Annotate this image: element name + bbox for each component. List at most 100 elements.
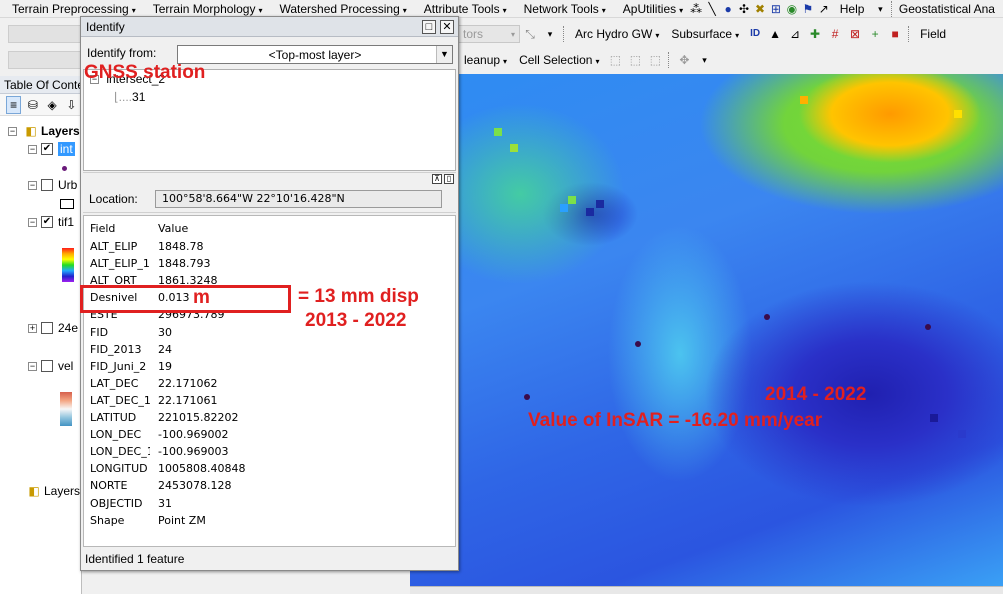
trace-tool-icon[interactable]: ↗: [818, 1, 830, 17]
network-tool-icon[interactable]: ⊞: [770, 1, 782, 17]
toc-layers-bottom[interactable]: ◧ Layers: [24, 482, 80, 500]
node-tool-icon[interactable]: ✣: [738, 1, 750, 17]
menu-aputilities[interactable]: ApUtilities: [611, 2, 688, 16]
cell-selection-menu[interactable]: Cell Selection: [519, 53, 599, 67]
panel-toggle-icon[interactable]: ▯: [444, 173, 454, 184]
toolbar-grip[interactable]: [668, 52, 671, 68]
table-row[interactable]: FID_2013 24: [84, 341, 455, 358]
stop-tool-icon[interactable]: ■: [887, 26, 903, 42]
list-by-visibility-icon[interactable]: ◈: [45, 96, 60, 114]
layer-visibility-checkbox[interactable]: [41, 360, 53, 372]
chevron-down-icon[interactable]: ▼: [436, 46, 452, 63]
field-name: LAT_DEC_1: [90, 393, 150, 407]
toolbar-placeholder: [8, 25, 86, 43]
panel-splitter[interactable]: ⊼ ▯: [83, 172, 456, 184]
table-row[interactable]: Shape Point ZM: [84, 512, 455, 529]
flow-tool-icon[interactable]: ⁂: [690, 1, 702, 17]
table-row[interactable]: LAT_DEC 22.171062: [84, 375, 455, 392]
pan-icon[interactable]: ✥: [676, 52, 692, 68]
table-row[interactable]: LATITUD 221015.82202: [84, 409, 455, 426]
table-row[interactable]: OBJECTID 31: [84, 495, 455, 512]
gnss-point-marker[interactable]: [524, 394, 530, 400]
map-view[interactable]: 2014 - 2022 Value of InSAR = -16.20 mm/y…: [410, 74, 1003, 586]
gnss-point-marker[interactable]: [764, 314, 770, 320]
subsurface-menu[interactable]: Subsurface: [671, 27, 739, 41]
table-row[interactable]: ALT_ELIP 1848.78: [84, 238, 455, 255]
grid-add-icon[interactable]: ✚: [807, 26, 823, 42]
identify-from-label: Identify from:: [87, 46, 157, 60]
table-row[interactable]: LON_DEC -100.969002: [84, 426, 455, 443]
tree-view-icon[interactable]: ⊼: [432, 173, 442, 184]
toc-item-24e[interactable]: + 24e: [28, 319, 78, 337]
toolbar-grip[interactable]: [891, 0, 894, 17]
identify-results-tree: − intersect_2 ⌊....31: [83, 69, 456, 171]
layer-visibility-checkbox[interactable]: ✔: [41, 143, 53, 155]
delete-tool-icon[interactable]: ✖: [754, 1, 766, 17]
edit-vertices-icon[interactable]: ⤡: [522, 26, 538, 42]
toolbar-overflow-icon[interactable]: ▾: [874, 1, 886, 17]
identify-title-bar[interactable]: Identify □ ✕: [81, 17, 458, 37]
table-row[interactable]: LONGITUD 1005808.40848: [84, 460, 455, 477]
table-row[interactable]: FID_Juni_2 19: [84, 358, 455, 375]
field-value: -100.969002: [158, 428, 229, 442]
globe-icon[interactable]: ◉: [786, 1, 798, 17]
location-field[interactable]: 100°58'8.664"W 22°10'16.428"N: [155, 189, 442, 208]
toc-layers-root[interactable]: − ◧ Layers: [8, 122, 80, 140]
menu-watershed-processing[interactable]: Watershed Processing: [267, 2, 411, 16]
line-tool-icon[interactable]: ╲: [706, 1, 718, 17]
list-by-drawing-order-icon[interactable]: ≡: [6, 95, 22, 114]
menu-geostatistical-analyst[interactable]: Geostatistical Ana: [897, 2, 1003, 16]
add-section-icon[interactable]: +: [867, 26, 883, 42]
layers-icon: ◧: [28, 484, 40, 498]
gnss-point-marker[interactable]: [925, 324, 931, 330]
toc-item-tif[interactable]: − ✔ tif1: [28, 213, 74, 231]
collapse-icon[interactable]: −: [28, 217, 37, 227]
toolbar-grip[interactable]: [908, 26, 911, 42]
collapse-icon[interactable]: −: [28, 180, 37, 190]
layer-visibility-checkbox[interactable]: ✔: [41, 216, 53, 228]
gnss-point-marker[interactable]: [635, 341, 641, 347]
restore-icon[interactable]: □: [422, 19, 436, 34]
triangle-tool-icon[interactable]: ▲: [767, 26, 783, 42]
expand-icon[interactable]: +: [28, 323, 37, 333]
field-name: ALT_ELIP: [90, 240, 138, 253]
toolbar-grip[interactable]: [563, 26, 566, 42]
list-by-source-icon[interactable]: ⛁: [25, 96, 40, 114]
id-tool-icon[interactable]: ID: [747, 26, 763, 42]
toc-item-urban[interactable]: − Urb: [28, 176, 77, 194]
table-row[interactable]: LON_DEC_1 -100.969003: [84, 443, 455, 460]
list-by-selection-icon[interactable]: ⇩: [64, 96, 79, 114]
flag-icon[interactable]: ⚑: [802, 1, 814, 17]
toc-item-intersect[interactable]: − ✔ int: [28, 140, 75, 158]
borehole-tool-icon[interactable]: ⊿: [787, 26, 803, 42]
menu-attribute-tools[interactable]: Attribute Tools: [412, 2, 512, 16]
tree-item-feature[interactable]: ⌊....31: [114, 90, 145, 104]
table-row[interactable]: LAT_DEC_1 22.171061: [84, 392, 455, 409]
collapse-icon[interactable]: −: [28, 361, 37, 371]
point-tool-icon[interactable]: ●: [722, 1, 734, 17]
layer-visibility-checkbox[interactable]: [41, 179, 53, 191]
select-cells-icon[interactable]: ⬚: [607, 52, 623, 68]
collapse-icon[interactable]: −: [28, 144, 37, 154]
cleanup-menu[interactable]: leanup: [464, 53, 507, 67]
toc-item-vel[interactable]: − vel: [28, 357, 73, 375]
add-cells-icon[interactable]: ⬚: [627, 52, 643, 68]
menu-terrain-preprocessing[interactable]: Terrain Preprocessing: [0, 2, 141, 16]
collapse-icon[interactable]: −: [8, 126, 17, 136]
hash-grid-icon[interactable]: #: [827, 26, 843, 42]
toolbar-overflow-icon[interactable]: ▾: [696, 52, 712, 68]
toolbar-overflow-icon[interactable]: ▾: [542, 26, 558, 42]
layer-visibility-checkbox[interactable]: [41, 322, 53, 334]
identify-from-select[interactable]: <Top-most layer> ▼: [177, 45, 453, 64]
table-row[interactable]: ALT_ELIP_1 1848.793: [84, 255, 455, 272]
menu-terrain-morphology[interactable]: Terrain Morphology: [141, 2, 268, 16]
toc-point-symbol[interactable]: [62, 159, 67, 177]
section-tool-icon[interactable]: ⊠: [847, 26, 863, 42]
toc-polygon-symbol[interactable]: [60, 195, 74, 213]
remove-cells-icon[interactable]: ⬚: [647, 52, 663, 68]
arc-hydro-gw-menu[interactable]: Arc Hydro GW: [575, 27, 659, 41]
menu-network-tools[interactable]: Network Tools: [512, 2, 611, 16]
menu-help[interactable]: Help: [832, 2, 873, 16]
close-icon[interactable]: ✕: [440, 19, 454, 34]
table-row[interactable]: NORTE 2453078.128: [84, 477, 455, 494]
